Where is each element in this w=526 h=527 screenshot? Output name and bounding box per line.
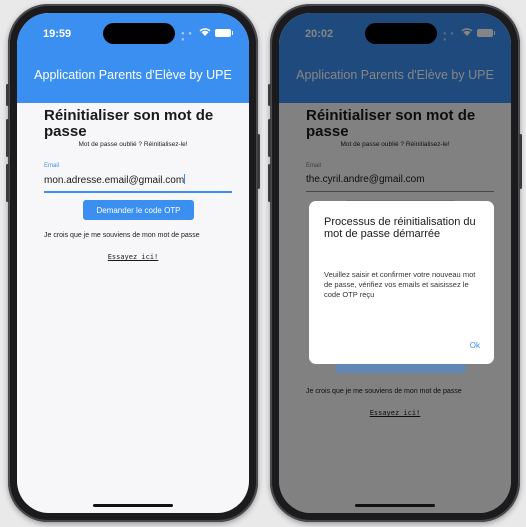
phone-frame-right: 20:02 ● ● ● Application Parents d'Elève … — [268, 4, 522, 522]
volume-down-button — [6, 164, 9, 202]
alert-dialog: Processus de réinitialisation du mot de … — [309, 201, 494, 364]
dialog-message: Veuillez saisir et confirmer votre nouve… — [324, 270, 476, 299]
status-time: 19:59 — [43, 28, 72, 40]
email-field-label: Email — [44, 163, 60, 169]
page-subtitle: Mot de passe oublié ? Réinitialisez-le! — [78, 141, 188, 148]
status-icons: ● ● ● — [181, 26, 233, 43]
volume-down-button — [268, 164, 271, 202]
app-title: Application Parents d'Elève by UPE — [34, 68, 232, 82]
screen-left: 19:59 ● ● ● Application Parents d'Elève … — [17, 13, 249, 513]
wifi-icon — [199, 26, 211, 40]
email-field[interactable]: mon.adresse.email@gmail.com — [44, 174, 186, 186]
email-field-value: mon.adresse.email@gmail.com — [44, 175, 185, 186]
power-button — [257, 134, 260, 189]
power-button — [519, 134, 522, 189]
request-otp-button[interactable]: Demander le code OTP — [83, 200, 194, 220]
mute-switch — [6, 84, 9, 106]
remember-password-text: Je crois que je me souviens de mon mot d… — [44, 232, 200, 239]
volume-up-button — [268, 119, 271, 157]
home-indicator[interactable] — [93, 504, 173, 507]
page-title: Réinitialiser son mot de passe — [44, 107, 214, 140]
phone-frame-left: 19:59 ● ● ● Application Parents d'Elève … — [6, 4, 260, 522]
dialog-ok-button[interactable]: Ok — [470, 341, 480, 350]
email-field-underline — [44, 191, 232, 193]
reset-password-page: Réinitialiser son mot de passe Mot de pa… — [17, 103, 249, 513]
screen-right: 20:02 ● ● ● Application Parents d'Elève … — [279, 13, 511, 513]
app-bar: 19:59 ● ● ● Application Parents d'Elève … — [17, 13, 249, 103]
try-here-link[interactable]: Essayez ici! — [17, 253, 249, 261]
home-indicator[interactable] — [355, 504, 435, 507]
battery-icon — [215, 29, 233, 37]
signal-icon: ● ● ● — [181, 31, 193, 43]
mute-switch — [268, 84, 271, 106]
dialog-title: Processus de réinitialisation du mot de … — [324, 216, 476, 240]
text-caret — [184, 174, 186, 184]
dynamic-island — [103, 23, 175, 44]
volume-up-button — [6, 119, 9, 157]
